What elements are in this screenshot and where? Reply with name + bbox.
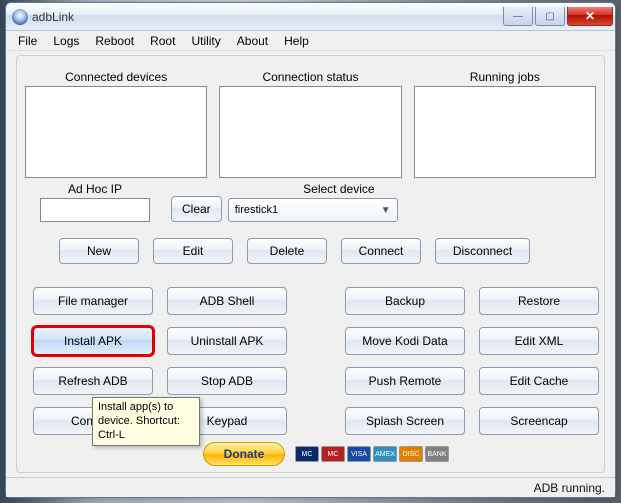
menubar: File Logs Reboot Root Utility About Help [6, 31, 615, 51]
connected-devices-list[interactable] [25, 86, 207, 178]
stop-adb-button[interactable]: Stop ADB [167, 367, 287, 395]
payment-cards: MCMCVISAAMEXDISCBANK [295, 446, 449, 462]
menu-reboot[interactable]: Reboot [87, 32, 142, 50]
client-area: Connected devices Connection status Runn… [6, 51, 615, 477]
clear-button[interactable]: Clear [171, 196, 222, 222]
screencap-button[interactable]: Screencap [479, 407, 599, 435]
splash-screen-button[interactable]: Splash Screen [345, 407, 465, 435]
menu-root[interactable]: Root [142, 32, 183, 50]
backup-button[interactable]: Backup [345, 287, 465, 315]
window-controls: — ▢ ✕ [503, 7, 613, 26]
card-icon: VISA [347, 446, 371, 462]
move-kodi-button[interactable]: Move Kodi Data [345, 327, 465, 355]
card-icon: MC [295, 446, 319, 462]
donate-button[interactable]: Donate [203, 442, 285, 466]
install-apk-tooltip: Install app(s) to device. Shortcut: Ctrl… [92, 397, 200, 446]
close-button[interactable]: ✕ [567, 7, 613, 26]
uninstall-apk-button[interactable]: Uninstall APK [167, 327, 287, 355]
delete-button[interactable]: Delete [247, 238, 327, 264]
status-text: ADB running. [534, 481, 605, 495]
select-device-label: Select device [228, 182, 450, 196]
disconnect-button[interactable]: Disconnect [435, 238, 530, 264]
select-device-combo[interactable]: firestick1 ▼ [228, 198, 398, 222]
running-jobs-list[interactable] [414, 86, 596, 178]
select-device-value: firestick1 [235, 204, 278, 216]
app-icon [12, 9, 28, 25]
edit-button[interactable]: Edit [153, 238, 233, 264]
card-icon: BANK [425, 446, 449, 462]
install-apk-button[interactable]: Install APK [33, 327, 153, 355]
adb-shell-button[interactable]: ADB Shell [167, 287, 287, 315]
minimize-button[interactable]: — [503, 7, 533, 26]
connection-status-label: Connection status [219, 70, 401, 84]
card-icon: AMEX [373, 446, 397, 462]
chevron-down-icon: ▼ [381, 205, 391, 216]
menu-about[interactable]: About [229, 32, 276, 50]
card-icon: DISC [399, 446, 423, 462]
new-button[interactable]: New [59, 238, 139, 264]
titlebar[interactable]: adbLink — ▢ ✕ [6, 3, 615, 31]
menu-help[interactable]: Help [276, 32, 317, 50]
menu-file[interactable]: File [10, 32, 45, 50]
refresh-adb-button[interactable]: Refresh ADB [33, 367, 153, 395]
connection-status-list[interactable] [219, 86, 401, 178]
maximize-button[interactable]: ▢ [535, 7, 565, 26]
connected-devices-label: Connected devices [25, 70, 207, 84]
menu-logs[interactable]: Logs [45, 32, 87, 50]
push-remote-button[interactable]: Push Remote [345, 367, 465, 395]
restore-button[interactable]: Restore [479, 287, 599, 315]
edit-xml-button[interactable]: Edit XML [479, 327, 599, 355]
file-manager-button[interactable]: File manager [33, 287, 153, 315]
edit-cache-button[interactable]: Edit Cache [479, 367, 599, 395]
statusbar: ADB running. [6, 477, 615, 497]
window-title: adbLink [32, 10, 74, 24]
adhoc-ip-input[interactable] [40, 198, 150, 222]
adhoc-ip-label: Ad Hoc IP [25, 182, 165, 196]
card-icon: MC [321, 446, 345, 462]
app-window: adbLink — ▢ ✕ File Logs Reboot Root Util… [5, 2, 616, 498]
connect-button[interactable]: Connect [341, 238, 421, 264]
menu-utility[interactable]: Utility [183, 32, 228, 50]
running-jobs-label: Running jobs [414, 70, 596, 84]
